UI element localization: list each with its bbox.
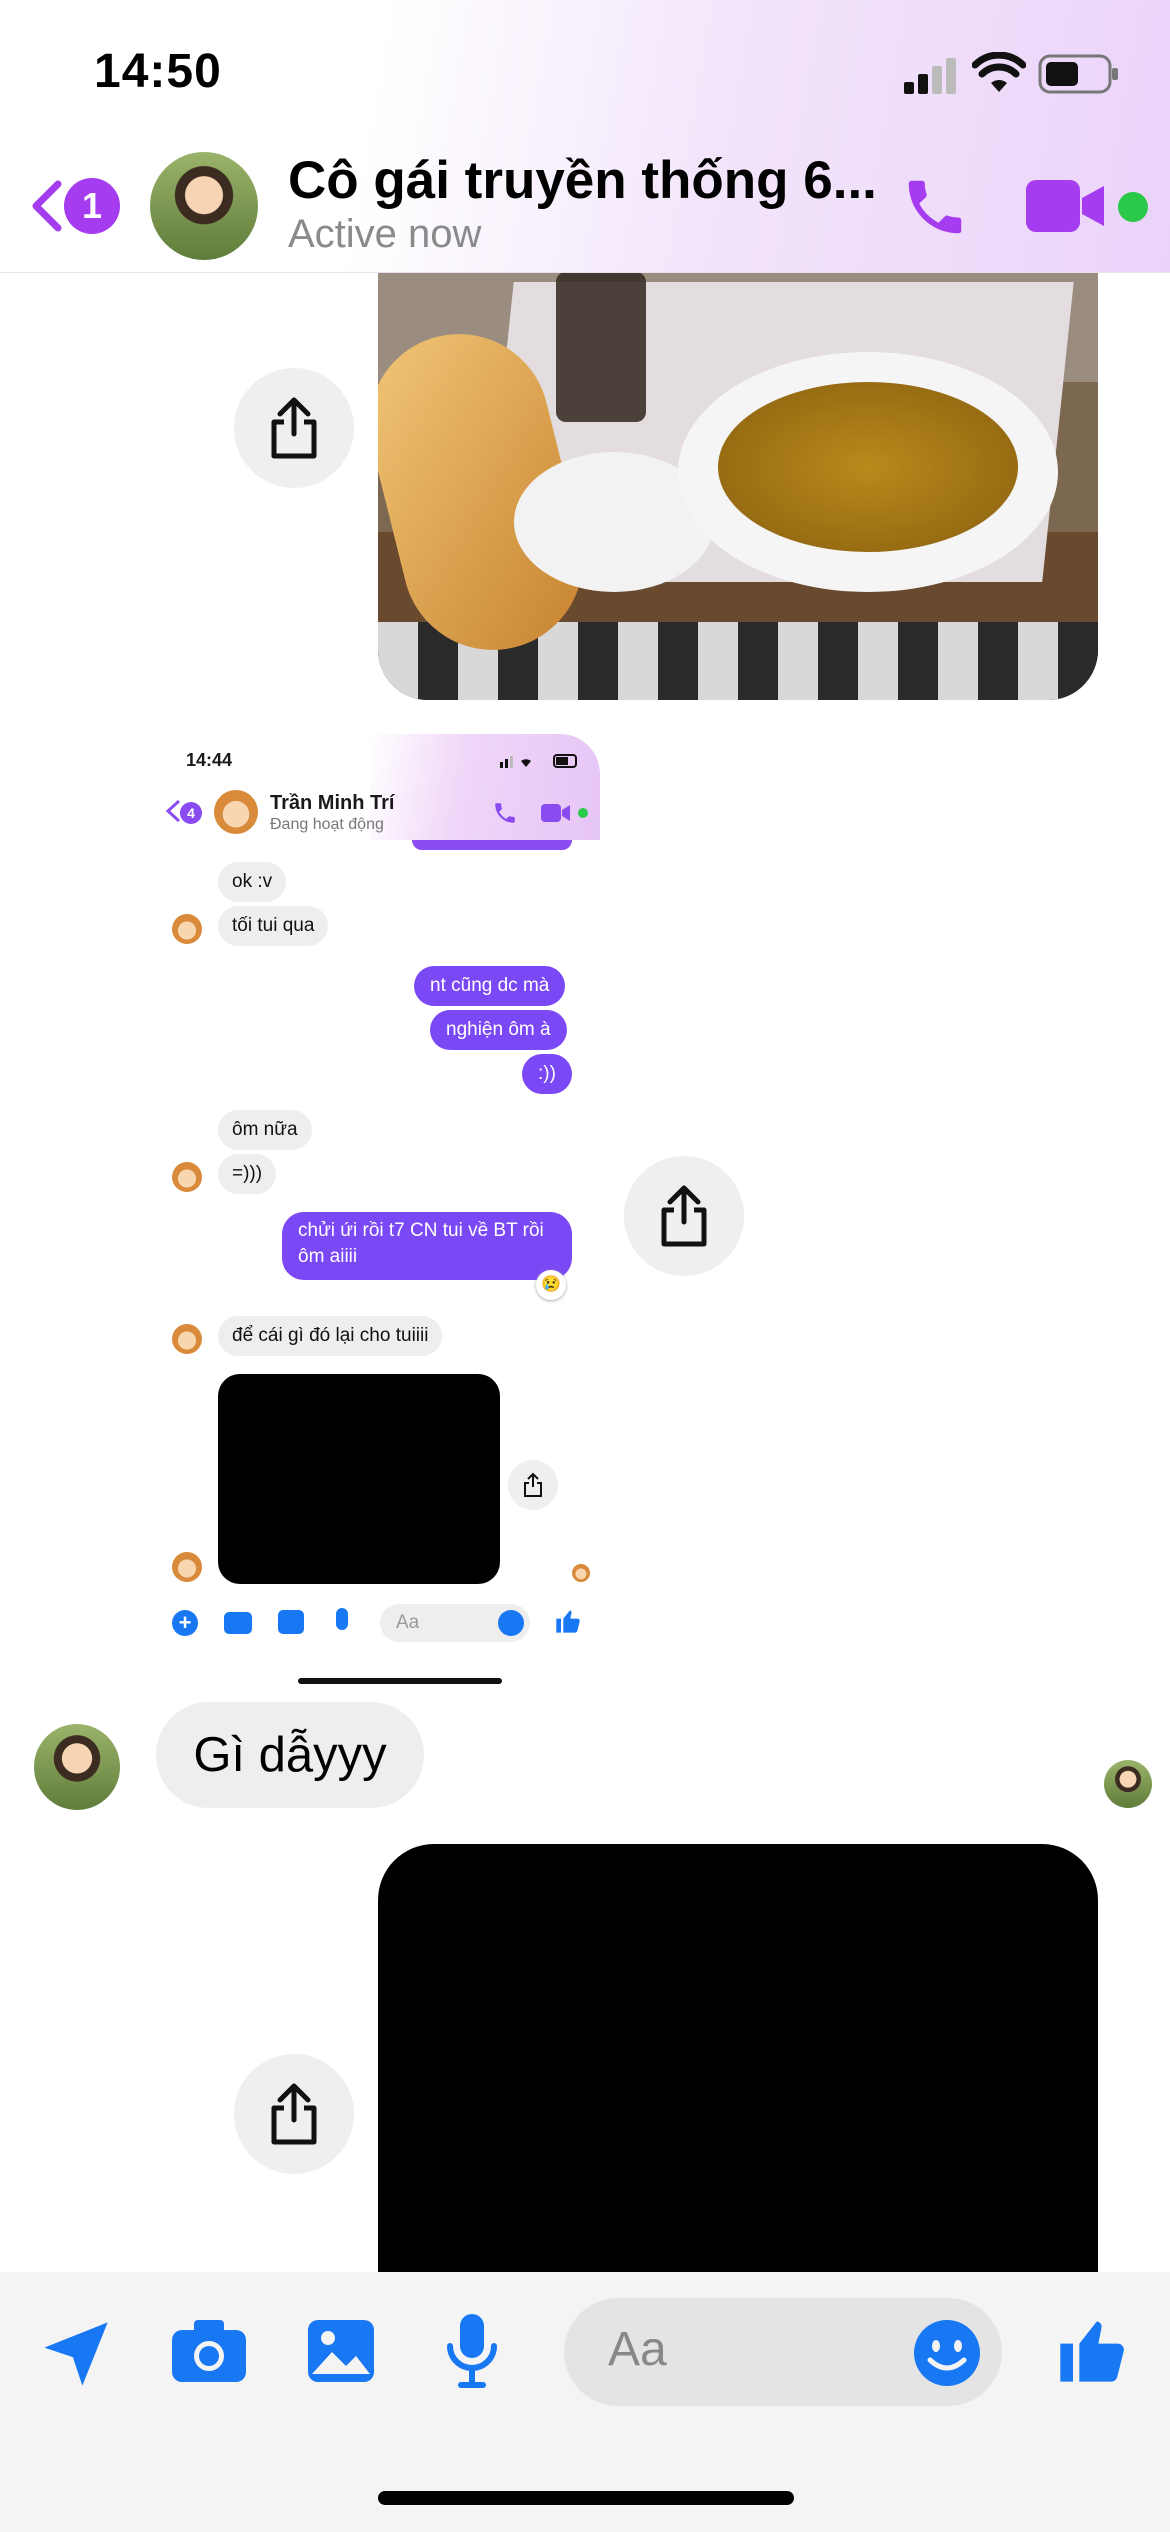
shared-photo[interactable] — [378, 272, 1098, 700]
embedded-message: tối tui qua — [218, 906, 329, 946]
embedded-avatar — [172, 1552, 202, 1582]
back-chevron-icon[interactable] — [26, 178, 66, 234]
conversation-title[interactable]: Cô gái truyền thống 6... — [288, 150, 877, 211]
embedded-message-line: chửi ứi rồi t7 CN tui về BT rồi — [298, 1220, 544, 1241]
contact-avatar[interactable] — [150, 152, 258, 260]
chat-header: 14:50 1 Cô gái truyền thống 6... Active … — [0, 0, 1170, 273]
sender-avatar[interactable] — [34, 1724, 120, 1810]
online-dot-icon — [1118, 192, 1148, 222]
emoji-icon[interactable] — [912, 2318, 982, 2388]
battery-icon — [1038, 54, 1118, 94]
embedded-unread-badge: 4 — [180, 802, 202, 824]
embedded-message: ok :v — [218, 862, 287, 902]
embedded-camera-icon — [224, 1612, 252, 1634]
share-button[interactable] — [234, 368, 354, 488]
gallery-icon[interactable] — [306, 2318, 376, 2384]
camera-icon[interactable] — [170, 2318, 248, 2384]
embedded-avatar — [172, 914, 202, 944]
shared-image-black[interactable] — [378, 1844, 1098, 2274]
embedded-thumbs-up-icon — [556, 1610, 580, 1633]
embedded-message: để cái gì đó lại cho tuiiii — [218, 1316, 443, 1356]
embedded-gallery-icon — [278, 1610, 304, 1634]
forwarded-screenshot[interactable]: 14:44 4 Trần Minh Trí Đang hoạt động ok … — [0, 700, 1170, 1690]
embedded-message: nghiện ôm à — [430, 1010, 567, 1050]
share-icon — [271, 2083, 317, 2145]
send-location-icon[interactable] — [38, 2316, 114, 2392]
embedded-online-dot — [578, 808, 588, 818]
embedded-phone-icon — [495, 803, 515, 823]
embedded-header-bg — [370, 734, 600, 840]
embedded-message: nt cũng dc mà — [414, 966, 566, 1006]
unread-badge: 1 — [64, 178, 120, 234]
embedded-contact-status: Đang hoạt động — [270, 816, 384, 833]
message-input-placeholder: Aa — [608, 2323, 667, 2376]
read-receipt-avatar — [1104, 1760, 1152, 1808]
embedded-message: ôm nữa — [218, 1110, 312, 1150]
share-icon — [271, 397, 317, 459]
embedded-message-multiline: chửi ứi rồi t7 CN tui về BT rồi ôm aiiii — [282, 1212, 572, 1280]
wifi-icon — [972, 52, 1026, 92]
embedded-avatar — [172, 1162, 202, 1192]
embedded-message: :)) — [522, 1054, 572, 1094]
embedded-video-icon — [541, 804, 570, 822]
embedded-contact-avatar — [214, 790, 258, 834]
embedded-bubble-fragment — [412, 840, 572, 850]
thumbs-up-icon[interactable] — [1054, 2310, 1130, 2390]
status-time: 14:50 — [94, 45, 222, 98]
message-bubble[interactable]: Gì dẫyyy — [156, 1702, 424, 1808]
embedded-emoji-icon — [498, 1610, 524, 1636]
embedded-reaction: 😢 — [536, 1270, 566, 1300]
embedded-read-receipt — [572, 1564, 590, 1582]
embedded-plus-icon: + — [172, 1610, 198, 1636]
embedded-status-icons — [500, 754, 577, 768]
share-button[interactable] — [624, 1156, 744, 1276]
share-icon — [661, 1185, 707, 1247]
video-camera-icon[interactable] — [1024, 178, 1108, 234]
share-button[interactable] — [234, 2054, 354, 2174]
signal-icon — [904, 58, 956, 94]
embedded-mic-icon — [336, 1608, 348, 1630]
phone-icon[interactable] — [900, 172, 970, 242]
active-status: Active now — [288, 212, 482, 256]
embedded-home-indicator — [298, 1678, 502, 1684]
embedded-black-image — [218, 1374, 500, 1584]
embedded-message: =))) — [218, 1154, 277, 1194]
microphone-icon[interactable] — [444, 2312, 500, 2390]
embedded-avatar — [172, 1324, 202, 1354]
home-indicator[interactable] — [378, 2491, 794, 2505]
share-icon — [524, 1472, 542, 1497]
embedded-message-line: ôm aiiii — [298, 1246, 358, 1267]
embedded-time: 14:44 — [186, 750, 233, 770]
embedded-contact-name: Trần Minh Trí — [270, 792, 395, 814]
embedded-share-button — [508, 1460, 558, 1510]
embedded-input-placeholder: Aa — [396, 1612, 420, 1633]
